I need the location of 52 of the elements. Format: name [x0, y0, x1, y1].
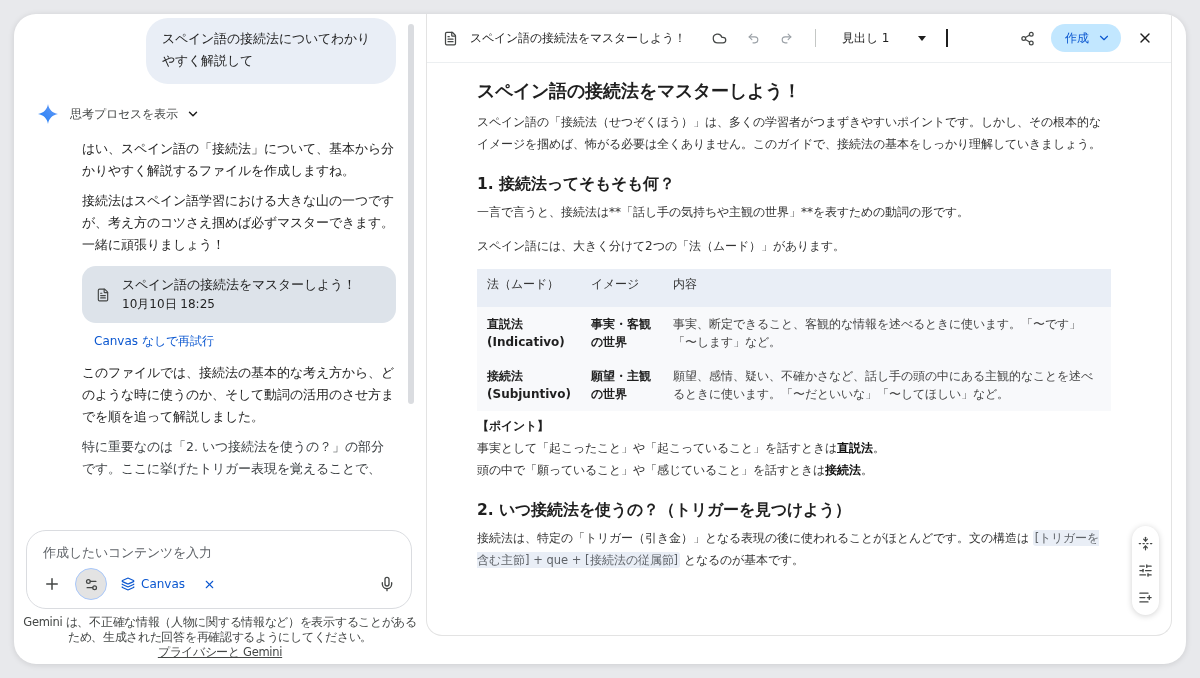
thinking-toggle[interactable]: 思考プロセスを表示 [70, 105, 200, 123]
document-name: スペイン語の接続法をマスターしよう！ [470, 29, 686, 47]
paragraph: スペイン語の「接続法（せつぞくほう）」は、多くの学習者がつまずきやすいポイントです。しかし、その根本的なイメージを掴めば、怖がる必要は全くありません。このガイドで、接続法の基本をしっかり理解していきましょう。 [477, 114, 1102, 153]
text-line: 頭の中で「願っていること」や「感じていること」を話すときは接続法。 [477, 462, 874, 479]
scrollbar[interactable] [408, 24, 414, 404]
undo-icon [747, 31, 760, 45]
document-title: スペイン語の接続法をマスターしよう！ [477, 79, 802, 103]
sliders-icon [1138, 563, 1153, 578]
tools-button[interactable] [75, 568, 107, 600]
redo-icon [780, 31, 793, 45]
column-header: 内容 [662, 269, 1111, 307]
disclaimer: Gemini は、不正確な情報（人物に関する情報など）を表示することがあるため、生成された回答を再確認するようにしてください。 プライバシーと Gemini [22, 615, 418, 660]
file-date: 10月10日 18:25 [122, 296, 216, 313]
section-heading: 1. 接続法ってそもそも何？ [477, 174, 677, 195]
table-cell: 願望・主観の世界 [580, 359, 663, 411]
column-header: イメージ [580, 269, 663, 307]
privacy-link[interactable]: プライバシーと Gemini [157, 645, 283, 659]
sparkle-icon [38, 104, 58, 124]
document-icon [96, 287, 110, 302]
canvas-chip[interactable]: Canvas [117, 573, 190, 595]
layers-icon [121, 577, 135, 591]
plus-icon [43, 575, 61, 593]
list-add-icon [1138, 590, 1153, 605]
style-select[interactable]: 見出し 1 [834, 25, 934, 51]
paragraph: 一言で言うと、接続法は**「話し手の気持ちや主観の世界」**を表すための動詞の形です。 [477, 204, 970, 221]
create-button[interactable]: 作成 [1051, 24, 1121, 52]
section-heading: 2. いつ接続法を使うの？（トリガーを見つけよう） [477, 500, 853, 521]
table-cell: 願望、感情、疑い、不確かさなど、話し手の頭の中にある主観的なことを述べるときに使います。「〜だといいな」「〜してほしい」など。 [662, 359, 1111, 411]
point-label: 【ポイント】 [477, 418, 550, 435]
dropdown-icon [918, 35, 926, 41]
sliders-icon [83, 576, 99, 592]
user-message: スペイン語の接続法についてわかりやすく解説して [146, 18, 396, 84]
mic-icon [379, 576, 395, 592]
response-text: 接続法はスペイン語学習における大きな山の一つですが、考え方のコツさえ掴めば必ずマスターできます。一緒に頑張りましょう！ [82, 192, 395, 254]
fold-icon [1138, 536, 1153, 551]
table-cell: 接続法 (Subjuntivo) [477, 359, 581, 411]
file-card[interactable]: スペイン語の接続法をマスターしよう！ 10月10日 18:25 [82, 266, 396, 323]
retry-link[interactable]: Canvas なしで再試行 [94, 333, 396, 350]
response-text: はい、スペイン語の「接続法」について、基本から分かりやすく解説するファイルを作成しますね。 [82, 140, 395, 180]
share-icon [1020, 30, 1035, 46]
file-title: スペイン語の接続法をマスターしよう！ [122, 276, 356, 294]
cloud-icon [712, 30, 727, 46]
paragraph: 接続法は、特定の「トリガー（引き金）」となる表現の後に使われることがほとんどです。文の構造は [トリガーを含む主節] + que + [接続法の従属節] となるのが基本です。 [477, 529, 1101, 570]
column-header: 法（ムード） [477, 269, 581, 307]
response-text: このファイルでは、接続法の基本的な考え方から、どのような時に使うのか、そして動詞の活用のさせ方までを順を追って解説しました。 [82, 364, 395, 426]
response-text: 特に重要なのは「2. いつ接続法を使うの？」の部分です。ここに挙げたトリガー表現を覚えることで、 [82, 438, 385, 478]
text-line: 事実として「起こったこと」や「起こっていること」を話すときは直説法。 [477, 440, 886, 457]
paragraph: スペイン語には、大きく分けて2つの「法（ムード）」があります。 [477, 238, 846, 255]
table-cell: 事実、断定できること、客観的な情報を述べるときに使います。「〜です」「〜します」など。 [662, 307, 1111, 359]
table-cell: 事実・客観の世界 [580, 307, 663, 359]
document-icon [443, 30, 458, 46]
table-cell: 直説法 (Indicativo) [477, 307, 581, 359]
